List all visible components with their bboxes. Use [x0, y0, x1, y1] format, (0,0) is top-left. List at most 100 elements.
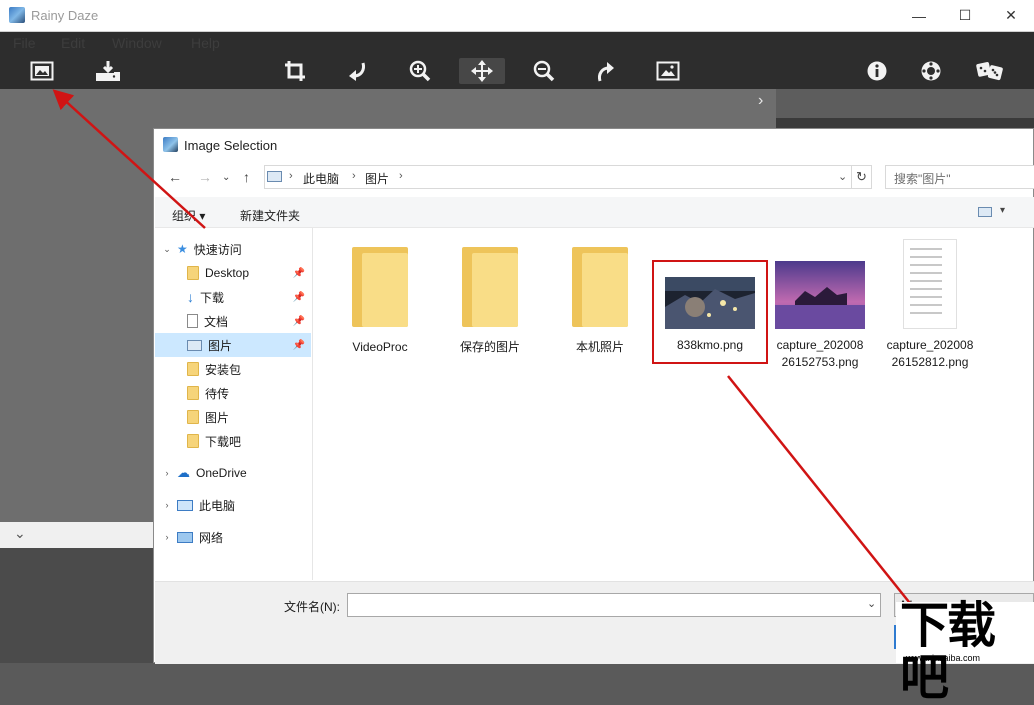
- nav-label: OneDrive: [196, 466, 247, 480]
- recent-locations-chevron-icon[interactable]: ⌄: [222, 172, 230, 183]
- fit-image-button[interactable]: [649, 58, 687, 84]
- random-button[interactable]: [971, 58, 1009, 84]
- file-name: VideoProc: [352, 340, 408, 354]
- zoom-in-icon: [409, 60, 431, 82]
- file-item-image-capture-1[interactable]: capture_202008 26152753.png: [770, 233, 870, 371]
- menu-file[interactable]: File: [13, 35, 36, 51]
- file-item-folder[interactable]: 本机照片: [550, 233, 650, 356]
- nav-label: Desktop: [205, 266, 250, 280]
- filename-input[interactable]: [347, 593, 881, 617]
- maximize-button[interactable]: ☐: [942, 0, 988, 31]
- back-arrow-icon[interactable]: ←: [168, 169, 182, 185]
- breadcrumb-this-pc[interactable]: 此电脑: [303, 170, 339, 187]
- nav-label: 下载吧: [205, 434, 242, 449]
- filename-dropdown-icon[interactable]: ⌄: [867, 597, 876, 610]
- dialog-title: Image Selection: [184, 138, 278, 153]
- save-button[interactable]: [89, 58, 127, 84]
- collapsed-chevron-icon[interactable]: ›: [161, 468, 173, 478]
- open-image-button[interactable]: [23, 58, 61, 84]
- view-dropdown-icon[interactable]: ▾: [1000, 205, 1005, 216]
- nav-this-pc[interactable]: › 此电脑: [155, 493, 311, 517]
- minimize-button[interactable]: —: [896, 0, 942, 31]
- menu-edit[interactable]: Edit: [61, 35, 85, 51]
- breadcrumb-separator: ›: [399, 170, 403, 182]
- folder-icon: [572, 247, 628, 327]
- up-arrow-icon[interactable]: ↑: [243, 169, 250, 185]
- nav-folder-pictures[interactable]: 图片: [155, 405, 311, 429]
- window-title: Rainy Daze: [31, 8, 99, 23]
- forward-arrow-icon[interactable]: →: [198, 169, 212, 185]
- address-dropdown-icon[interactable]: ⌄: [838, 170, 847, 183]
- chevron-right-icon[interactable]: ›: [758, 92, 763, 110]
- move-icon: [471, 60, 493, 82]
- image-selection-dialog: Image Selection ← → ⌄ ↑ › 此电脑 › 图片 › ⌄ ↻…: [153, 128, 1034, 664]
- nav-folder-xiazaiba[interactable]: 下载吧: [155, 429, 311, 453]
- settings-button[interactable]: [912, 58, 950, 84]
- file-item-image-capture-2[interactable]: capture_202008 26152812.png: [880, 233, 980, 371]
- desktop-folder-icon: [187, 266, 199, 280]
- app-logo-icon: [9, 7, 25, 23]
- zoom-out-button[interactable]: [525, 58, 563, 84]
- info-button[interactable]: [858, 58, 896, 84]
- nav-label: 待传: [205, 386, 230, 401]
- chevron-down-icon[interactable]: ⌄: [14, 525, 26, 542]
- nav-folder-install[interactable]: 安装包: [155, 357, 311, 381]
- new-folder-button[interactable]: 新建文件夹: [240, 207, 300, 224]
- image-open-icon: [30, 61, 54, 81]
- nav-desktop[interactable]: Desktop 📌: [155, 261, 311, 285]
- rotate-left-button[interactable]: [338, 58, 376, 84]
- folder-icon: [187, 362, 199, 376]
- network-icon: [177, 531, 193, 543]
- search-input[interactable]: 搜索"图片": [885, 165, 1034, 189]
- file-item-folder[interactable]: 保存的图片: [440, 233, 540, 356]
- file-item-folder[interactable]: VideoProc: [330, 233, 430, 356]
- move-button[interactable]: [459, 58, 505, 84]
- nav-label: 图片: [208, 338, 233, 353]
- pin-icon[interactable]: 📌: [293, 292, 305, 303]
- nav-network[interactable]: › 网络: [155, 525, 311, 549]
- collapsed-chevron-icon[interactable]: ›: [161, 532, 173, 542]
- close-button[interactable]: ✕: [988, 0, 1034, 31]
- zoom-in-button[interactable]: [401, 58, 439, 84]
- folder-icon: [187, 386, 199, 400]
- breadcrumb-separator: ›: [289, 170, 293, 182]
- file-name: capture_202008 26152753.png: [776, 338, 864, 369]
- menu-window[interactable]: Window: [112, 35, 162, 51]
- nav-downloads[interactable]: ↓ 下载 📌: [155, 285, 311, 309]
- rotate-right-button[interactable]: [587, 58, 625, 84]
- image-thumbnail: [775, 261, 865, 329]
- watermark-url: www.xiazaiba.com: [906, 653, 981, 663]
- pin-icon[interactable]: 📌: [293, 340, 305, 351]
- view-mode-icon[interactable]: [978, 207, 992, 217]
- pane-divider[interactable]: [312, 228, 313, 580]
- save-download-icon: [96, 61, 120, 81]
- title-bar: Rainy Daze — ☐ ✕: [0, 0, 1034, 32]
- dialog-app-icon: [163, 137, 178, 152]
- breadcrumb-separator: ›: [352, 170, 356, 182]
- collapsed-chevron-icon[interactable]: ›: [161, 500, 173, 510]
- bottom-panel: [0, 548, 154, 663]
- redo-rotate-icon: [598, 62, 614, 82]
- watermark-text: 下载吧: [900, 599, 996, 705]
- menu-help[interactable]: Help: [191, 35, 220, 51]
- nav-pictures-selected[interactable]: 图片 📌: [155, 333, 311, 357]
- pin-icon[interactable]: 📌: [293, 316, 305, 327]
- settings-icon: [921, 61, 941, 81]
- nav-quick-access[interactable]: ⌄ ★ 快速访问: [155, 237, 311, 261]
- nav-onedrive[interactable]: › ☁ OneDrive: [155, 461, 311, 485]
- breadcrumb-pictures[interactable]: 图片: [365, 170, 389, 187]
- pictures-location-icon: [267, 171, 282, 182]
- cloud-icon: ☁: [177, 465, 190, 480]
- nav-label: 快速访问: [193, 242, 242, 257]
- crop-icon: [285, 61, 305, 81]
- refresh-icon[interactable]: ↻: [852, 165, 872, 189]
- nav-folder-pending[interactable]: 待传: [155, 381, 311, 405]
- nav-documents[interactable]: 文档 📌: [155, 309, 311, 333]
- computer-icon: [177, 499, 193, 511]
- pin-icon[interactable]: 📌: [293, 268, 305, 279]
- organize-button[interactable]: 组织 ▾: [172, 207, 205, 224]
- crop-button[interactable]: [276, 58, 314, 84]
- info-icon: [867, 61, 887, 81]
- expanded-chevron-icon[interactable]: ⌄: [161, 244, 173, 255]
- folder-icon: [462, 247, 518, 327]
